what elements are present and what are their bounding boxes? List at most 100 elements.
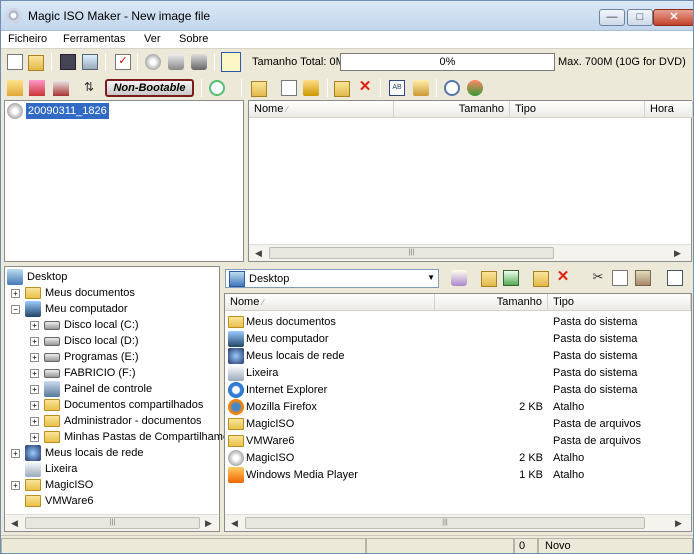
new-folder-icon[interactable] [533, 271, 549, 287]
copy-icon[interactable] [612, 270, 628, 286]
expand-toggle[interactable]: + [30, 385, 39, 394]
checklist-icon[interactable]: ✓ [115, 54, 131, 70]
computer-icon [25, 301, 41, 317]
menu-ficheiro[interactable]: Ficheiro [8, 33, 47, 45]
col-tipo[interactable]: Tipo [548, 294, 691, 311]
tree-item[interactable]: Desktop [5, 269, 219, 285]
copy-files-icon[interactable] [221, 52, 241, 72]
location-combo[interactable]: Desktop ▼ [225, 269, 439, 288]
remove-files-icon[interactable] [53, 80, 69, 96]
extract-icon[interactable] [413, 80, 429, 96]
desktop-icon [7, 269, 23, 285]
refresh-icon[interactable] [503, 270, 519, 286]
file-row[interactable]: Mozilla Firefox 2 KB Atalho [225, 399, 691, 415]
tree-item[interactable]: + Administrador - documentos [5, 413, 219, 429]
delete-icon[interactable]: ✕ [357, 79, 373, 95]
folder-icon [25, 287, 41, 299]
save-icon[interactable] [60, 54, 76, 70]
new-file-icon[interactable] [7, 54, 23, 70]
burn-disc-icon[interactable] [145, 54, 161, 70]
cut-icon[interactable]: ✂ [590, 269, 606, 285]
local-list-hscroll[interactable]: ◀ ||| ▶ [225, 514, 691, 531]
minimize-button[interactable]: — [599, 9, 625, 26]
rename-icon[interactable] [303, 80, 319, 96]
scroll-thumb[interactable]: ||| [25, 517, 200, 529]
new-folder-icon[interactable] [334, 81, 350, 97]
tree-item[interactable]: + Minhas Pastas de Compartilhamento [5, 429, 244, 445]
tree-item[interactable]: − Meu computador [5, 301, 219, 317]
scroll-thumb[interactable]: ||| [245, 517, 645, 529]
tree-item[interactable]: + Painel de controle [5, 381, 219, 397]
menu-ver[interactable]: Ver [144, 33, 161, 45]
file-row[interactable]: VMWare6 Pasta de arquivos [225, 433, 691, 449]
tree-item[interactable]: + Disco local (C:) [5, 317, 219, 333]
local-tree-hscroll[interactable]: ◀ ||| ▶ [5, 514, 219, 531]
sort-icon[interactable]: ⇅ [81, 80, 97, 96]
menu-sobre[interactable]: Sobre [179, 33, 208, 45]
add-folder-icon[interactable] [7, 80, 23, 96]
col-nome[interactable]: Nome ⁄ [249, 101, 394, 118]
non-bootable-button[interactable]: Non-Bootable [105, 79, 194, 97]
col-tamanho[interactable]: Tamanho [394, 101, 510, 118]
file-row[interactable]: Windows Media Player 1 KB Atalho [225, 467, 691, 483]
properties-icon[interactable] [82, 54, 98, 70]
tree-item[interactable]: + Programas (E:) [5, 349, 219, 365]
mount-drive-icon[interactable] [168, 54, 184, 70]
chevron-down-icon[interactable]: ▼ [427, 273, 435, 282]
maximize-button[interactable]: □ [627, 9, 653, 26]
tree-item[interactable]: + Meus documentos [5, 285, 219, 301]
refresh-icon[interactable] [467, 80, 483, 96]
browse-icon[interactable] [451, 270, 467, 286]
tree-item[interactable]: + MagicISO [5, 477, 219, 493]
file-row[interactable]: Lixeira Pasta do sistema [225, 365, 691, 381]
expand-toggle[interactable]: + [11, 449, 20, 458]
col-tipo[interactable]: Tipo [510, 101, 645, 118]
file-row[interactable]: Internet Explorer Pasta do sistema [225, 382, 691, 398]
expand-toggle[interactable]: + [30, 321, 39, 330]
tree-item[interactable]: + Disco local (D:) [5, 333, 219, 349]
file-row[interactable]: Meus locais de rede Pasta do sistema [225, 348, 691, 364]
delete-icon[interactable]: ✕ [555, 269, 571, 285]
close-button[interactable]: ✕ [653, 9, 693, 26]
expand-toggle[interactable]: + [30, 369, 39, 378]
image-list-hscroll[interactable]: ◀ ||| ▶ [249, 244, 691, 261]
col-tamanho[interactable]: Tamanho [435, 294, 548, 311]
label-icon[interactable]: AB [389, 80, 405, 96]
search-icon[interactable] [444, 80, 460, 96]
expand-toggle[interactable]: + [30, 401, 39, 410]
copy-icon[interactable] [281, 80, 297, 96]
computer-icon [228, 331, 244, 347]
max-size-label: Max. 700M (10G for DVD) [558, 56, 686, 68]
find-icon[interactable] [209, 80, 225, 96]
tree-item[interactable]: Lixeira [5, 461, 219, 477]
tree-item[interactable]: + Documentos compartilhados [5, 397, 219, 413]
virtual-drive-icon[interactable] [191, 54, 207, 70]
expand-toggle[interactable]: + [30, 337, 39, 346]
expand-toggle[interactable]: + [30, 417, 39, 426]
file-row[interactable]: Meu computador Pasta do sistema [225, 331, 691, 347]
file-row[interactable]: Meus documentos Pasta do sistema [225, 314, 691, 330]
paste-icon[interactable] [635, 270, 651, 286]
expand-toggle[interactable]: + [11, 481, 20, 490]
share-folder-icon [44, 431, 60, 443]
file-row[interactable]: MagicISO 2 KB Atalho [225, 450, 691, 466]
tree-item[interactable]: VMWare6 [5, 493, 219, 509]
open-folder-icon[interactable] [28, 55, 44, 71]
col-hora[interactable]: Hora [645, 101, 693, 118]
expand-toggle[interactable]: + [11, 289, 20, 298]
add-files-icon[interactable] [29, 80, 45, 96]
scroll-thumb[interactable]: ||| [269, 247, 554, 259]
collapse-toggle[interactable]: − [11, 305, 20, 314]
up-folder-icon[interactable] [481, 271, 497, 287]
folder-icon [228, 435, 244, 447]
tree-item[interactable]: + Meus locais de rede [5, 445, 219, 461]
view-mode-icon[interactable] [667, 270, 683, 286]
expand-toggle[interactable]: + [30, 433, 39, 442]
menu-ferramentas[interactable]: Ferramentas [63, 33, 125, 45]
expand-toggle[interactable]: + [30, 353, 39, 362]
col-nome[interactable]: Nome ⁄ [225, 294, 435, 311]
file-name: Lixeira [246, 367, 279, 379]
tree-item[interactable]: + FABRICIO (F:) [5, 365, 219, 381]
file-row[interactable]: MagicISO Pasta de arquivos [225, 416, 691, 432]
up-folder-icon[interactable] [251, 81, 267, 97]
